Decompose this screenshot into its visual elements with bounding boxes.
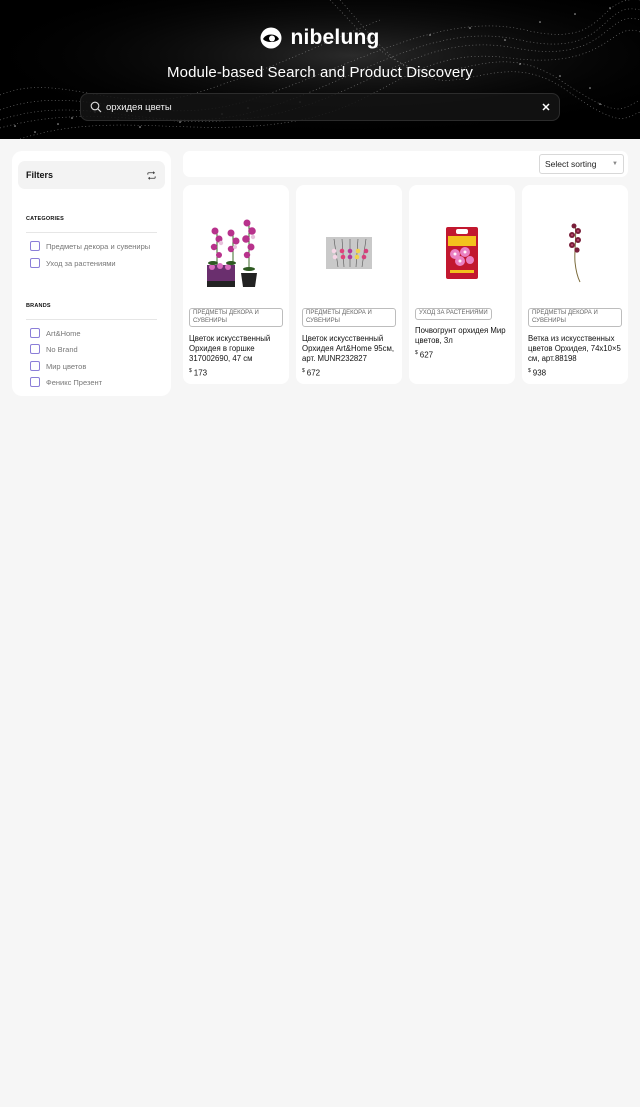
category-badge: ПРЕДМЕТЫ ДЕКОРА И СУВЕНИРЫ [528,308,622,327]
product-card[interactable]: ПРЕДМЕТЫ ДЕКОРА И СУВЕНИРЫ Ветка из иску… [522,185,628,384]
product-card[interactable]: ПРЕДМЕТЫ ДЕКОРА И СУВЕНИРЫ Цветок искусс… [183,185,289,384]
product-title[interactable]: Цветок искусственный Орхидея в горшке 31… [189,334,283,364]
clear-search-button[interactable] [535,96,557,118]
orchid-pots-image [207,219,257,287]
currency-symbol: $ [302,368,305,374]
product-image [522,199,628,307]
page-tagline: Module-based Search and Product Discover… [167,64,473,81]
category-filter-plant-care[interactable]: Уход за растениями [30,258,116,268]
brand-logo[interactable]: nibelung [0,26,640,50]
brand-filter-mir-cvetov[interactable]: Мир цветов [30,361,86,371]
soil-bag-image [446,227,478,279]
price-value: 173 [193,368,208,378]
filters-title: Filters [26,170,54,180]
filter-label: Мир цветов [46,361,87,371]
product-title[interactable]: Ветка из искусственных цветов Орхидея, 7… [528,334,622,364]
sort-label: Select sorting [545,159,597,169]
product-image [409,199,515,307]
orchid-branch-image [569,223,581,283]
currency-symbol: $ [415,350,418,356]
close-icon [542,103,550,111]
filter-label: Уход за растениями [46,258,116,268]
category-badge: УХОД ЗА РАСТЕНИЯМИ [415,308,492,320]
product-title[interactable]: Почвогрунт орхидея Мир цветов, 3л [415,326,509,346]
brand-filter-feniks-prezent[interactable]: Феникс Презент [30,377,102,387]
brand-filter-art-home[interactable]: Art&Home [30,328,81,338]
divider [26,232,157,233]
orchid-stems-image [326,237,372,269]
price-value: 672 [306,368,321,378]
search-icon [90,101,102,113]
category-filter-decor[interactable]: Предметы декора и сувениры [30,241,150,251]
category-badge: ПРЕДМЕТЫ ДЕКОРА И СУВЕНИРЫ [189,308,283,327]
product-price: $672 [302,368,320,378]
search-input[interactable] [106,101,535,113]
sort-select[interactable]: Select sorting ▼ [539,154,624,174]
filters-panel: Filters CATEGORIES Предметы декора и сув… [12,151,171,396]
product-title[interactable]: Цветок искусственный Орхидея Art&Home 95… [302,334,396,364]
product-price: $173 [189,368,207,378]
filter-label: Феникс Презент [46,377,103,387]
refresh-icon[interactable] [146,170,157,181]
brands-title: BRANDS [26,303,51,309]
hero-header: nibelung Module-based Search and Product… [0,0,640,139]
brand-filter-no-brand[interactable]: No Brand [30,344,78,354]
checkbox[interactable] [30,361,40,371]
checkbox[interactable] [30,241,40,251]
product-image [183,199,289,307]
product-card[interactable]: ПРЕДМЕТЫ ДЕКОРА И СУВЕНИРЫ Цветок искусс… [296,185,402,384]
checkbox[interactable] [30,328,40,338]
product-card[interactable]: УХОД ЗА РАСТЕНИЯМИ Почвогрунт орхидея Ми… [409,185,515,384]
product-image [296,199,402,307]
eye-logo-icon [260,27,282,49]
product-price: $938 [528,368,546,378]
search-bar [80,93,560,121]
price-value: 938 [532,368,547,378]
brand-name: nibelung [290,26,380,49]
filter-label: Art&Home [46,328,81,338]
divider [26,319,157,320]
filters-header: Filters [18,161,165,189]
product-price: $627 [415,350,433,360]
filter-label: No Brand [46,344,78,354]
category-badge: ПРЕДМЕТЫ ДЕКОРА И СУВЕНИРЫ [302,308,396,327]
currency-symbol: $ [528,368,531,374]
filter-label: Предметы декора и сувениры [46,241,151,251]
checkbox[interactable] [30,377,40,387]
categories-title: CATEGORIES [26,216,64,222]
currency-symbol: $ [189,368,192,374]
price-value: 627 [419,350,434,360]
chevron-down-icon: ▼ [612,161,618,167]
checkbox[interactable] [30,344,40,354]
checkbox[interactable] [30,258,40,268]
